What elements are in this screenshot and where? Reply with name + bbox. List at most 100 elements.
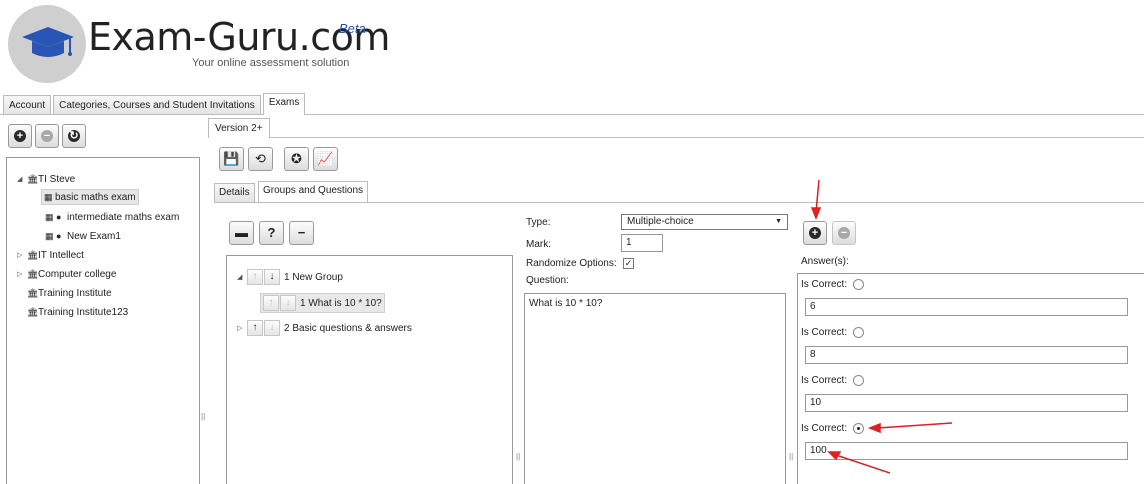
splitter-handle[interactable]: || [789,452,793,461]
tab-categories[interactable]: Categories, Courses and Student Invitati… [53,95,261,115]
group-node[interactable]: ▷ ↑ ↓ 2 Basic questions & answers [237,320,412,336]
type-select[interactable]: Multiple-choice ▼ [621,214,788,230]
remove-answer-button[interactable]: − [832,221,856,245]
correct-radio-selected[interactable] [852,423,864,434]
tree-node[interactable]: 🏛 Training Institute123 [27,304,128,320]
annotation-arrowhead [810,207,822,221]
is-correct-label: Is Correct: [801,327,848,339]
tree-node-label: Computer college [38,268,117,280]
answer-input[interactable]: 100 [805,442,1128,460]
help-button[interactable]: ? [259,221,284,245]
badge-icon: ● [56,230,62,241]
correct-radio[interactable] [852,375,864,386]
open-folder-button[interactable]: ▬ [229,221,254,245]
remove-group-button[interactable]: − [289,221,314,245]
group-label: 1 New Group [284,271,343,283]
answer-input[interactable]: 10 [805,394,1128,412]
add-button[interactable]: + [8,124,32,148]
plus-icon: + [809,227,821,239]
award-icon: ✪ [291,151,302,166]
minus-icon: − [297,225,306,240]
institution-icon: 🏛 [27,173,39,184]
divider [208,137,1144,138]
beta-badge: Beta [339,21,366,36]
splitter-handle[interactable]: || [201,412,205,421]
expand-icon[interactable]: ◢ [237,273,247,281]
collapsed-icon[interactable]: ▷ [237,324,247,332]
selected-node[interactable]: ▦ basic maths exam [41,189,139,205]
move-down-button[interactable]: ↓ [264,269,280,285]
move-up-button[interactable]: ↑ [247,269,263,285]
minus-icon: − [838,227,850,239]
move-up-button[interactable]: ↑ [263,295,279,311]
tree-node[interactable]: 🏛 Training Institute [27,285,112,301]
type-label: Type: [526,217,551,228]
institution-icon: 🏛 [27,287,39,298]
expand-icon[interactable]: ◢ [17,175,27,183]
badge-icon: ● [56,211,62,222]
tree-node[interactable]: ▷ 🏛 Computer college [17,266,116,282]
tree-node[interactable]: ▦ ● New Exam1 [45,228,121,244]
tree-node-label: New Exam1 [67,230,121,242]
tab-groups-and-questions[interactable]: Groups and Questions [258,181,369,202]
refresh-button[interactable]: ↻ [62,124,86,148]
chevron-down-icon: ▼ [775,218,782,225]
publish-button[interactable]: ✪ [284,147,309,171]
refresh-icon: ↻ [68,130,80,142]
divider [214,202,1144,203]
groups-tree: ◢ ↑ ↓ 1 New Group ↑ ↓ 1 What is 10 * 10?… [226,255,513,484]
revert-button[interactable]: ⟲ [248,147,273,171]
tab-details[interactable]: Details [214,183,255,202]
remove-button[interactable]: − [35,124,59,148]
is-correct-label: Is Correct: [801,375,848,387]
tree-node[interactable]: ◢ 🏛 TI Steve [17,171,75,187]
exam-icon: ▦ [45,230,54,241]
exam-tree: ◢ 🏛 TI Steve ▦ basic maths exam ▦ ● inte… [6,157,200,484]
is-correct-row: Is Correct: [801,375,864,386]
group-node[interactable]: ◢ ↑ ↓ 1 New Group [237,269,343,285]
question-label: 1 What is 10 * 10? [300,297,382,309]
collapsed-icon[interactable]: ▷ [17,270,27,278]
is-correct-row: Is Correct: [801,423,864,434]
correct-radio[interactable] [852,327,864,338]
tree-node-label: IT Intellect [38,249,84,261]
statistics-button[interactable]: 📈 [313,147,338,171]
header: Exam-Guru.com Beta Your online assessmen… [0,0,1144,92]
minus-icon: − [41,130,53,142]
randomize-checkbox[interactable]: ✓ [623,258,634,269]
answer-input[interactable]: 8 [805,346,1128,364]
answers-title: Answer(s): [801,256,849,267]
save-button[interactable]: 💾 [219,147,244,171]
is-correct-row: Is Correct: [801,327,864,338]
tree-node[interactable]: ▦ basic maths exam [41,189,139,205]
left-toolbar: + − ↻ [8,124,86,148]
tree-node[interactable]: ▷ 🏛 IT Intellect [17,247,84,263]
move-down-button[interactable]: ↓ [264,320,280,336]
is-correct-label: Is Correct: [801,279,848,291]
annotation-arrow [815,179,820,213]
question-textarea[interactable]: What is 10 * 10? [524,293,786,484]
logo-icon [8,5,86,83]
correct-radio[interactable] [852,279,864,290]
randomize-label: Randomize Options: [526,258,617,269]
undo-icon: ⟲ [255,151,266,166]
tab-exams[interactable]: Exams [262,93,306,115]
tab-account[interactable]: Account [3,95,52,115]
tree-node-label: TI Steve [38,173,76,185]
divider [0,114,1144,115]
answer-input[interactable]: 6 [805,298,1128,316]
move-up-button[interactable]: ↑ [247,320,263,336]
mark-input[interactable]: 1 [621,234,663,252]
question-label: Question: [526,275,569,286]
tree-node[interactable]: ▦ ● intermediate maths exam [45,209,179,225]
question-node[interactable]: ↑ ↓ 1 What is 10 * 10? [260,293,385,313]
main-tab-bar: Account Categories, Courses and Student … [3,93,307,115]
tab-version[interactable]: Version 2+ [208,118,270,138]
splitter-handle[interactable]: || [516,452,520,461]
tree-node-label: Training Institute [38,287,112,299]
move-down-button[interactable]: ↓ [280,295,296,311]
exam-icon: ▦ [44,191,53,202]
collapsed-icon[interactable]: ▷ [17,251,27,259]
add-answer-button[interactable]: + [803,221,827,245]
save-icon: 💾 [223,151,240,166]
